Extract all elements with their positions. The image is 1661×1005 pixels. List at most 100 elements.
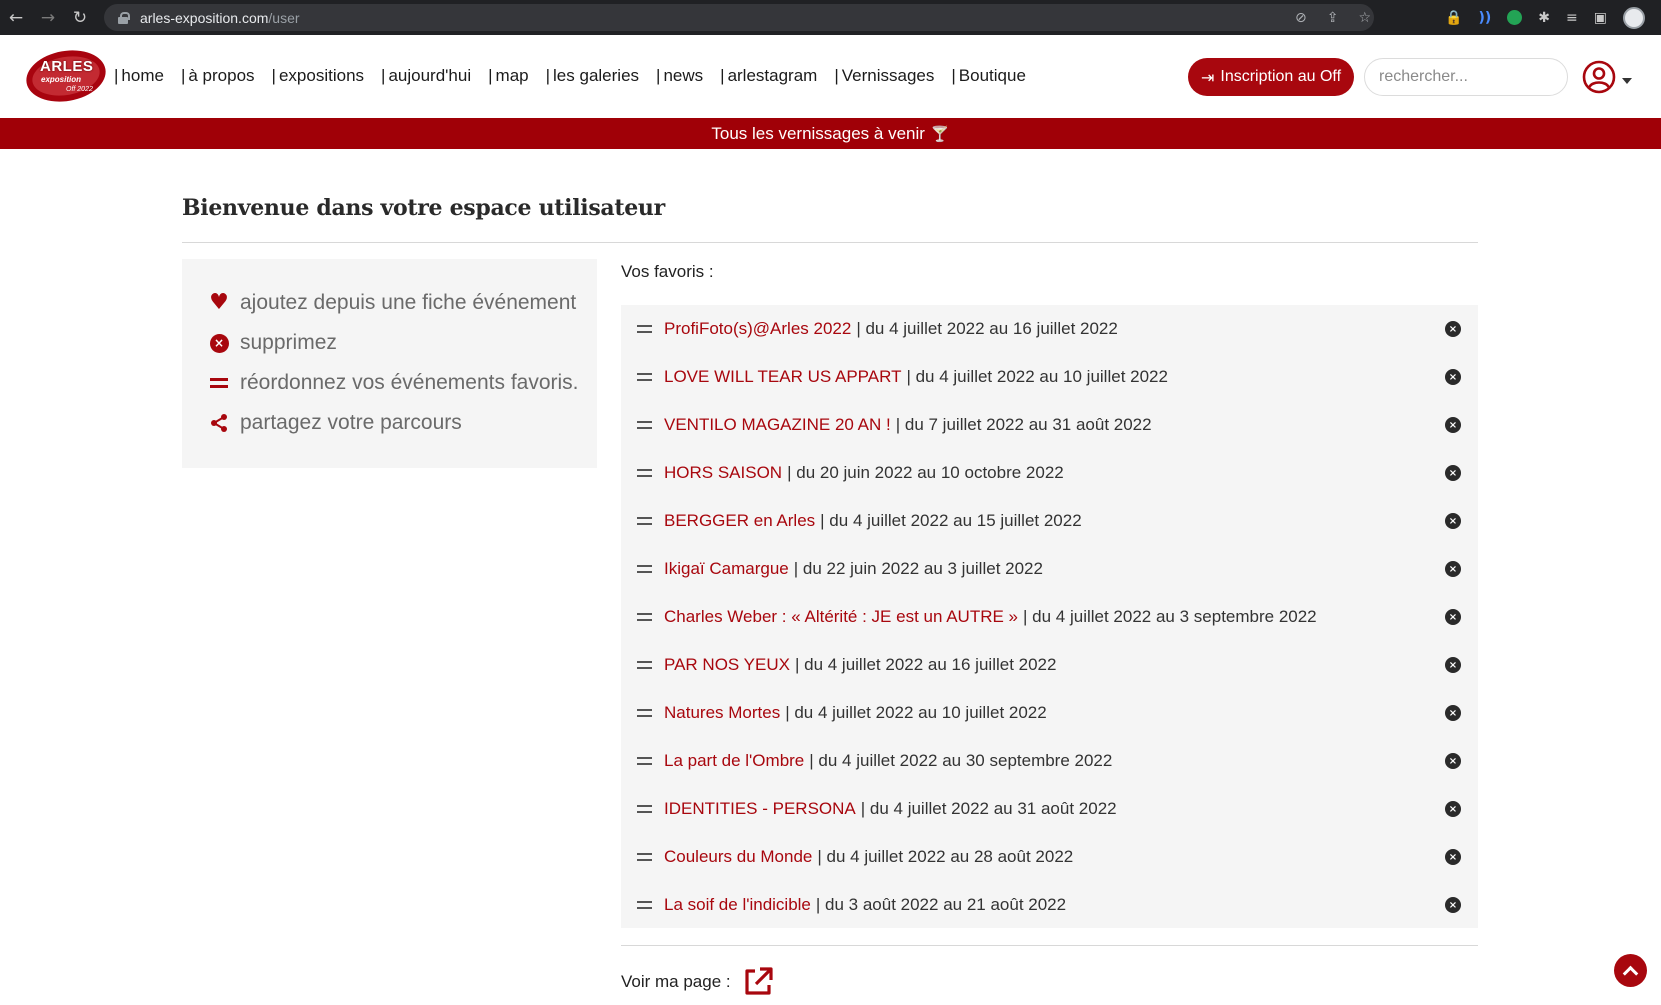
nav-link-vernissages[interactable]: | Vernissages <box>834 66 934 86</box>
logo-text-arles: ARLES <box>40 58 94 75</box>
favorite-dates: | du 4 juillet 2022 au 15 juillet 2022 <box>820 511 1082 530</box>
help-text: supprimez <box>240 331 337 354</box>
eye-off-icon[interactable]: ⊘ <box>1295 10 1307 26</box>
password-manager-icon[interactable]: 🔒 <box>1445 10 1462 26</box>
nav-link-home[interactable]: | home <box>114 66 164 86</box>
drag-handle-icon[interactable] <box>637 853 652 861</box>
favorite-dates: | du 4 juillet 2022 au 10 juillet 2022 <box>906 367 1168 386</box>
remove-icon[interactable]: × <box>1445 417 1461 433</box>
favorite-link[interactable]: LOVE WILL TEAR US APPART <box>664 367 901 387</box>
list-item[interactable]: BERGGER en Arles | du 4 juillet 2022 au … <box>621 497 1478 545</box>
remove-icon[interactable]: × <box>1445 609 1461 625</box>
drag-handle-icon[interactable] <box>637 901 652 909</box>
remove-icon[interactable]: × <box>1445 705 1461 721</box>
nav-link-les-galeries[interactable]: | les galeries <box>546 66 639 86</box>
divider <box>182 242 1478 243</box>
reload-icon[interactable]: ↻ <box>64 0 96 35</box>
remove-icon[interactable]: × <box>1445 465 1461 481</box>
nav-link-boutique[interactable]: | Boutique <box>951 66 1026 86</box>
chevron-up-icon <box>1622 965 1639 981</box>
favorite-link[interactable]: Couleurs du Monde <box>664 847 812 867</box>
user-menu-button[interactable] <box>1582 59 1642 95</box>
remove-icon[interactable]: × <box>1445 561 1461 577</box>
drag-handle-icon[interactable] <box>637 757 652 765</box>
favorite-link[interactable]: La part de l'Ombre <box>664 751 804 771</box>
drag-handle-icon[interactable] <box>637 805 652 813</box>
profile-avatar-icon[interactable] <box>1623 6 1645 29</box>
remove-icon[interactable]: × <box>1445 657 1461 673</box>
back-arrow-icon[interactable]: ← <box>0 0 32 35</box>
list-item[interactable]: Ikigaï Camargue | du 22 juin 2022 au 3 j… <box>621 545 1478 593</box>
remove-icon[interactable]: × <box>1445 321 1461 337</box>
favorite-link[interactable]: HORS SAISON <box>664 463 782 483</box>
favorite-dates: | du 4 juillet 2022 au 10 juillet 2022 <box>785 703 1047 722</box>
drag-handle-icon[interactable] <box>637 661 652 669</box>
drag-handle-icon[interactable] <box>637 709 652 717</box>
logo-text-exposition: exposition <box>41 75 82 84</box>
remove-icon[interactable]: × <box>1445 897 1461 913</box>
side-panel-icon[interactable]: ▣ <box>1594 10 1607 26</box>
favorite-dates: | du 4 juillet 2022 au 16 juillet 2022 <box>794 655 1057 674</box>
remove-icon[interactable]: × <box>1445 849 1461 865</box>
list-item[interactable]: VENTILO MAGAZINE 20 AN ! | du 7 juillet … <box>621 401 1478 449</box>
favorite-dates: | du 22 juin 2022 au 3 juillet 2022 <box>793 559 1043 578</box>
favorite-link[interactable]: Ikigaï Camargue <box>664 559 789 579</box>
list-item[interactable]: Couleurs du Monde | du 4 juillet 2022 au… <box>621 833 1478 881</box>
extension-green-icon[interactable] <box>1507 10 1523 25</box>
extensions-puzzle-icon[interactable]: ✱ <box>1538 10 1550 26</box>
drag-handle-icon[interactable] <box>637 613 652 621</box>
forward-arrow-icon[interactable]: → <box>32 0 64 35</box>
vernissages-banner[interactable]: Tous les vernissages à venir 🍸 <box>0 118 1661 149</box>
remove-icon[interactable]: × <box>1445 369 1461 385</box>
page-title: Bienvenue dans votre espace utilisateur <box>182 195 665 221</box>
reading-list-icon[interactable]: ≡ <box>1566 10 1578 26</box>
remove-circle-icon: × <box>208 332 230 354</box>
favorite-link[interactable]: IDENTITIES - PERSONA <box>664 799 856 819</box>
drag-handle-icon[interactable] <box>637 373 652 381</box>
site-logo[interactable]: ARLES exposition Off 2022 <box>22 44 110 108</box>
favorite-link[interactable]: La soif de l'indicible <box>664 895 811 915</box>
nav-link-news[interactable]: | news <box>656 66 703 86</box>
drag-handle-icon[interactable] <box>637 469 652 477</box>
nav-link-map[interactable]: | map <box>488 66 529 86</box>
help-row-share: partagez votre parcours <box>208 403 597 443</box>
nav-link-expositions[interactable]: | expositions <box>272 66 364 86</box>
list-item[interactable]: Natures Mortes | du 4 juillet 2022 au 10… <box>621 689 1478 737</box>
list-item[interactable]: IDENTITIES - PERSONA | du 4 juillet 2022… <box>621 785 1478 833</box>
favorite-link[interactable]: Natures Mortes <box>664 703 780 723</box>
bookmark-star-icon[interactable]: ☆ <box>1358 10 1371 26</box>
nav-link-aujourdhui[interactable]: | aujourd'hui <box>381 66 471 86</box>
help-box: ♥ ajoutez depuis une fiche événement × s… <box>182 259 597 468</box>
favorite-link[interactable]: BERGGER en Arles <box>664 511 815 531</box>
remove-icon[interactable]: × <box>1445 513 1461 529</box>
external-link-icon[interactable] <box>741 965 775 999</box>
list-item[interactable]: La part de l'Ombre | du 4 juillet 2022 a… <box>621 737 1478 785</box>
favorite-dates: | du 4 juillet 2022 au 3 septembre 2022 <box>1023 607 1317 626</box>
nav-link-a-propos[interactable]: | à propos <box>181 66 255 86</box>
share-page-icon[interactable]: ⇪ <box>1327 10 1339 26</box>
list-item[interactable]: PAR NOS YEUX | du 4 juillet 2022 au 16 j… <box>621 641 1478 689</box>
extension-audio-icon[interactable]: )) <box>1479 10 1492 26</box>
list-item[interactable]: La soif de l'indicible | du 3 août 2022 … <box>621 881 1478 929</box>
favorite-link[interactable]: VENTILO MAGAZINE 20 AN ! <box>664 415 891 435</box>
favorite-link[interactable]: ProfiFoto(s)@Arles 2022 <box>664 319 851 339</box>
list-item[interactable]: Charles Weber : « Altérité : JE est un A… <box>621 593 1478 641</box>
drag-handle-icon[interactable] <box>637 325 652 333</box>
remove-icon[interactable]: × <box>1445 801 1461 817</box>
drag-handle-icon[interactable] <box>637 421 652 429</box>
favorite-link[interactable]: PAR NOS YEUX <box>664 655 790 675</box>
back-to-top-button[interactable] <box>1614 954 1647 987</box>
drag-handle-icon[interactable] <box>637 565 652 573</box>
list-item[interactable]: LOVE WILL TEAR US APPART | du 4 juillet … <box>621 353 1478 401</box>
signup-button[interactable]: ⇥ Inscription au Off <box>1188 58 1354 96</box>
site-header: ARLES exposition Off 2022 | home | à propo… <box>0 35 1661 119</box>
list-item[interactable]: ProfiFoto(s)@Arles 2022 | du 4 juillet 2… <box>621 305 1478 353</box>
search-input[interactable] <box>1364 58 1568 96</box>
drag-handle-icon[interactable] <box>637 517 652 525</box>
favorite-link[interactable]: Charles Weber : « Altérité : JE est un A… <box>664 607 1018 627</box>
list-item[interactable]: HORS SAISON | du 20 juin 2022 au 10 octo… <box>621 449 1478 497</box>
address-bar[interactable]: arles-exposition.com/user <box>104 4 1374 31</box>
cocktail-glass-icon: 🍸 <box>930 124 950 143</box>
nav-link-arlestagram[interactable]: | arlestagram <box>720 66 817 86</box>
remove-icon[interactable]: × <box>1445 753 1461 769</box>
